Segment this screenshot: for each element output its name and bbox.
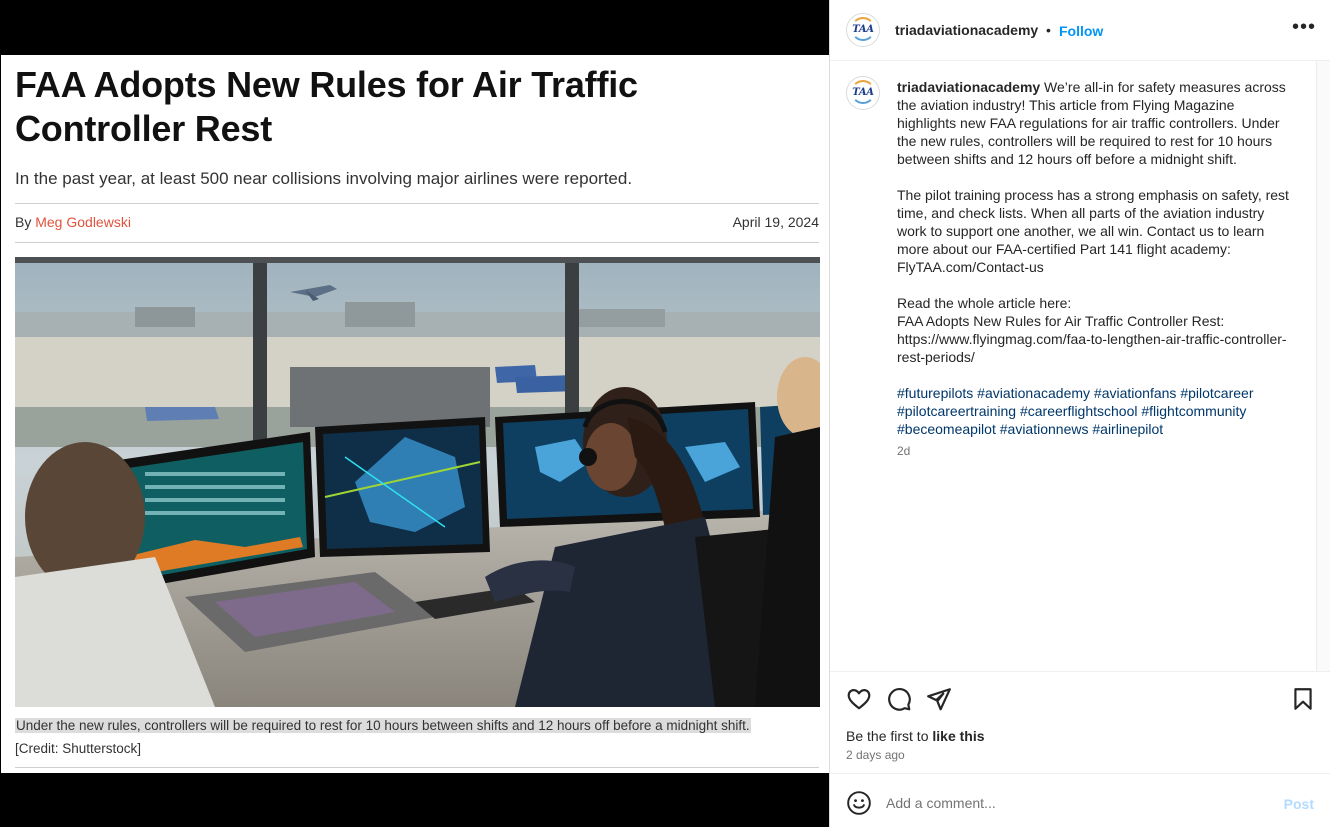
comment-bubble-icon[interactable]: [886, 686, 912, 712]
separator-dot: •: [1046, 22, 1051, 38]
avatar[interactable]: TAA: [846, 76, 880, 110]
article-headline: FAA Adopts New Rules for Air Traffic Con…: [15, 64, 638, 149]
post-timestamp: 2 days ago: [846, 748, 905, 762]
avatar-logo-text: TAA: [852, 24, 874, 35]
article-byline: By Meg Godlewski: [15, 214, 131, 230]
likes-summary: Be the first to like this: [846, 728, 985, 744]
post-header: TAA triadaviationacademy • Follow •••: [830, 0, 1330, 61]
caption-username-link[interactable]: triadaviationacademy: [897, 79, 1040, 95]
article-subhead: In the past year, at least 500 near coll…: [15, 169, 633, 188]
article-photo: [15, 257, 820, 707]
hashtag-link[interactable]: #airlinepilot: [1092, 421, 1163, 437]
hashtag-link[interactable]: #futurepilots: [897, 385, 973, 401]
post-comment-button[interactable]: Post: [1284, 796, 1314, 812]
hashtag-link[interactable]: #aviationfans: [1094, 385, 1177, 401]
post-media: FAA Adopts New Rules for Air Traffic Con…: [0, 0, 829, 827]
share-paper-plane-icon[interactable]: [926, 686, 952, 712]
likes-prefix: Be the first to: [846, 728, 933, 744]
caption-url: https://www.flyingmag.com/faa-to-lengthe…: [897, 331, 1287, 365]
divider: [15, 242, 819, 243]
avatar-logo-text: TAA: [852, 87, 874, 98]
photo-caption: Under the new rules, controllers will be…: [15, 718, 751, 733]
comment-composer: Post: [830, 773, 1330, 827]
hashtag-link[interactable]: #pilotcareertraining: [897, 403, 1016, 419]
like-heart-icon[interactable]: [846, 686, 872, 712]
like-this-link[interactable]: like this: [932, 728, 984, 744]
author-link: Meg Godlewski: [35, 214, 131, 230]
follow-button[interactable]: Follow: [1059, 23, 1103, 39]
save-bookmark-icon[interactable]: [1290, 686, 1316, 712]
caption-area: TAA triadaviationacademy We’re all-in fo…: [830, 61, 1316, 671]
hashtag-link[interactable]: #aviationnews: [1000, 421, 1089, 437]
caption-timestamp[interactable]: 2d: [897, 442, 1289, 460]
more-options-icon[interactable]: •••: [1292, 16, 1316, 39]
divider: [15, 203, 819, 204]
post-caption: triadaviationacademy We’re all-in for sa…: [897, 78, 1289, 460]
action-bar: Be the first to like this 2 days ago: [830, 671, 1330, 773]
post-sidebar: TAA triadaviationacademy • Follow ••• TA…: [829, 0, 1330, 827]
hashtag-list: #futurepilots #aviationacademy #aviation…: [897, 384, 1289, 438]
divider: [15, 767, 819, 768]
article-date: April 19, 2024: [732, 214, 819, 230]
caption-paragraph: The pilot training process has a strong …: [897, 187, 1289, 275]
hashtag-link[interactable]: #flightcommunity: [1141, 403, 1246, 419]
caption-line: Read the whole article here:: [897, 295, 1072, 311]
hashtag-link[interactable]: #beceomeapilot: [897, 421, 996, 437]
hashtag-link[interactable]: #aviationacademy: [977, 385, 1090, 401]
avatar[interactable]: TAA: [846, 13, 880, 47]
byline-prefix: By: [15, 214, 36, 230]
caption-paragraph: triadaviationacademy We’re all-in for sa…: [897, 78, 1289, 168]
emoji-smiley-icon[interactable]: [846, 790, 872, 816]
caption-line: FAA Adopts New Rules for Air Traffic Con…: [897, 313, 1225, 329]
photo-credit: [Credit: Shutterstock]: [15, 741, 142, 756]
article-screenshot: FAA Adopts New Rules for Air Traffic Con…: [1, 55, 829, 773]
username-link[interactable]: triadaviationacademy: [895, 22, 1038, 38]
comment-input[interactable]: [886, 788, 1266, 818]
hashtag-link[interactable]: #pilotcareer: [1180, 385, 1253, 401]
scrollbar[interactable]: [1316, 61, 1330, 671]
hashtag-link[interactable]: #careerflightschool: [1020, 403, 1138, 419]
